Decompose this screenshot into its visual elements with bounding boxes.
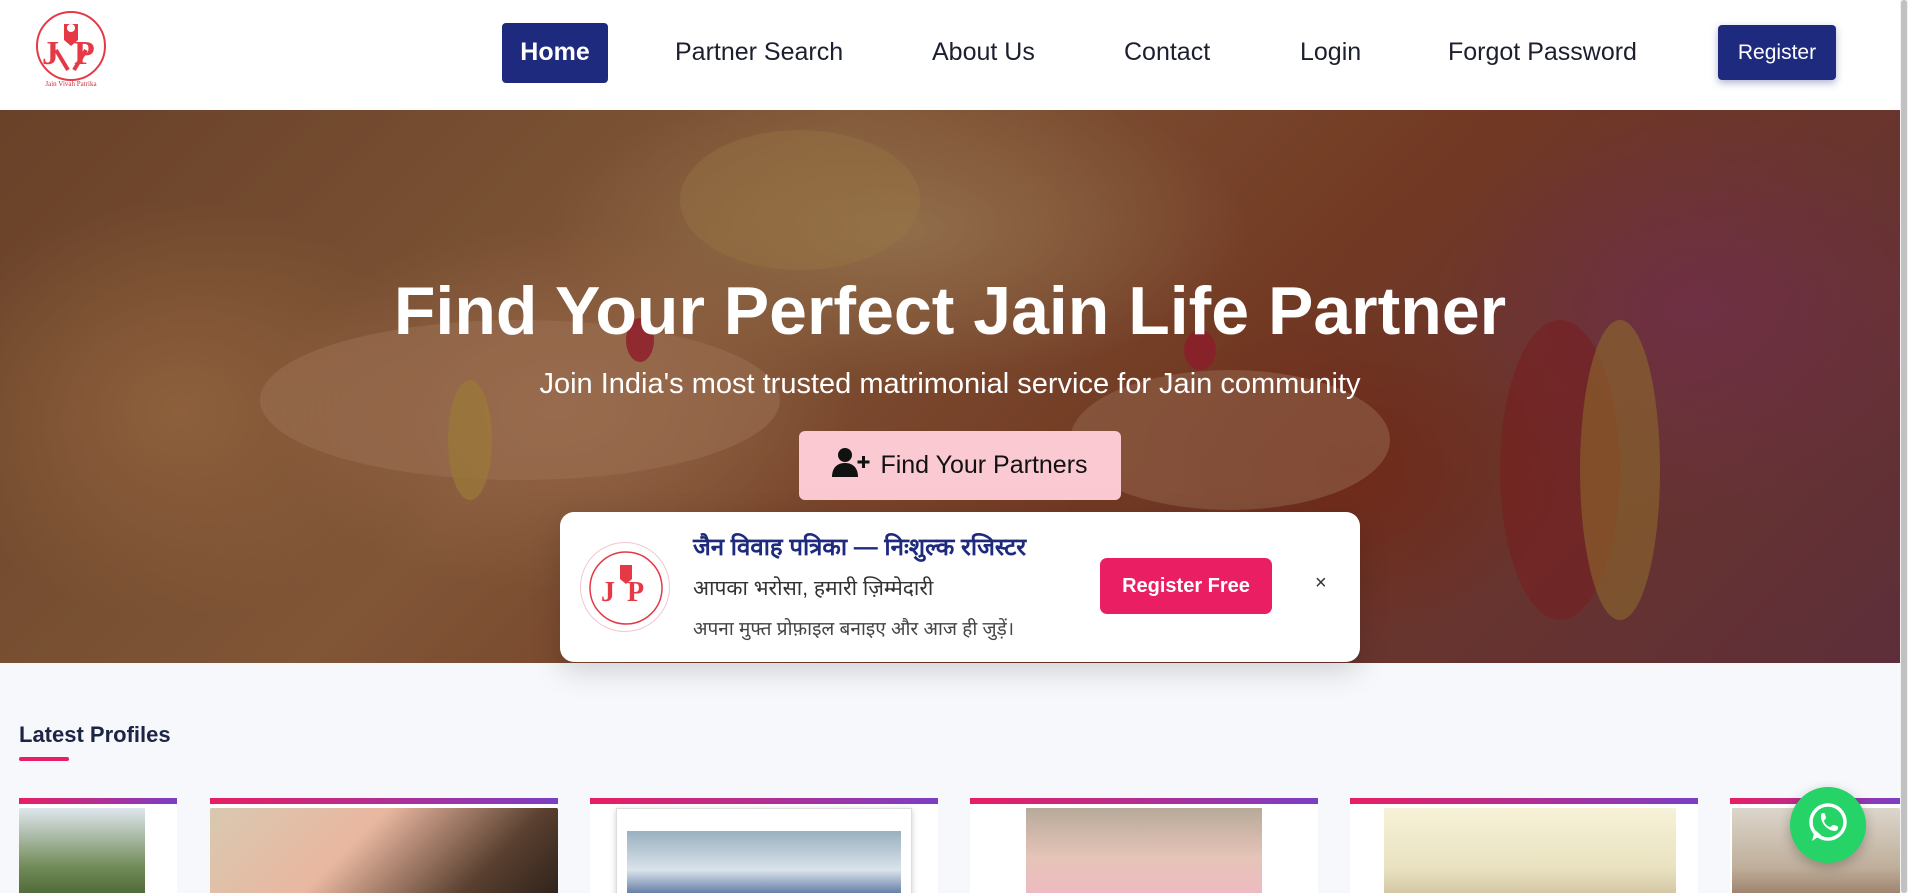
hero-title: Find Your Perfect Jain Life Partner [393,273,1507,349]
svg-text:P: P [627,577,644,608]
find-partners-label: Find Your Partners [880,451,1088,479]
main-nav: Home Partner Search About Us Contact Log… [0,23,1900,83]
profile-card[interactable] [210,798,558,893]
profile-card[interactable] [590,798,938,893]
whatsapp-icon [1806,801,1850,850]
user-plus-icon [832,447,870,484]
nav-about-us[interactable]: About Us [932,23,1035,83]
heading-underline [19,757,69,761]
latest-profiles-heading: Latest Profiles [19,722,171,747]
popup-tagline: आपका भरोसा, हमारी ज़िम्मेदारी [693,577,934,600]
nav-forgot-password[interactable]: Forgot Password [1448,23,1637,83]
profile-photo [1026,808,1262,893]
popup-logo: J P [580,542,670,632]
register-button[interactable]: Register [1718,25,1836,80]
profile-photo [210,808,558,893]
profile-card[interactable] [970,798,1318,893]
whatsapp-chat-button[interactable] [1790,787,1866,863]
nav-home[interactable]: Home [502,23,608,83]
register-free-button[interactable]: Register Free [1100,558,1272,614]
svg-text:J: J [601,577,615,608]
profile-card[interactable] [19,798,177,893]
popup-title: जैन विवाह पत्रिका — निःशुल्क रजिस्टर [693,534,1027,561]
find-partners-button[interactable]: Find Your Partners [799,431,1121,500]
profile-photo [19,808,145,893]
page-scrollbar[interactable] [1900,0,1908,893]
scrollbar-thumb[interactable] [1901,0,1907,893]
nav-partner-search[interactable]: Partner Search [675,23,843,83]
register-promo-popup: J P जैन विवाह पत्रिका — निःशुल्क रजिस्टर… [560,512,1360,662]
profile-card[interactable] [1350,798,1698,893]
site-header: J P Jain Vivah Patrika Home Partner Sear… [0,0,1900,110]
close-icon[interactable]: × [1315,572,1327,595]
profile-photo [1384,808,1676,893]
profile-photo [616,808,912,893]
nav-login[interactable]: Login [1300,23,1361,83]
nav-contact[interactable]: Contact [1124,23,1210,83]
popup-description: अपना मुफ्त प्रोफ़ाइल बनाइए और आज ही जुड़… [693,619,1015,640]
hero-subtitle: Join India's most trusted matrimonial se… [539,368,1361,400]
